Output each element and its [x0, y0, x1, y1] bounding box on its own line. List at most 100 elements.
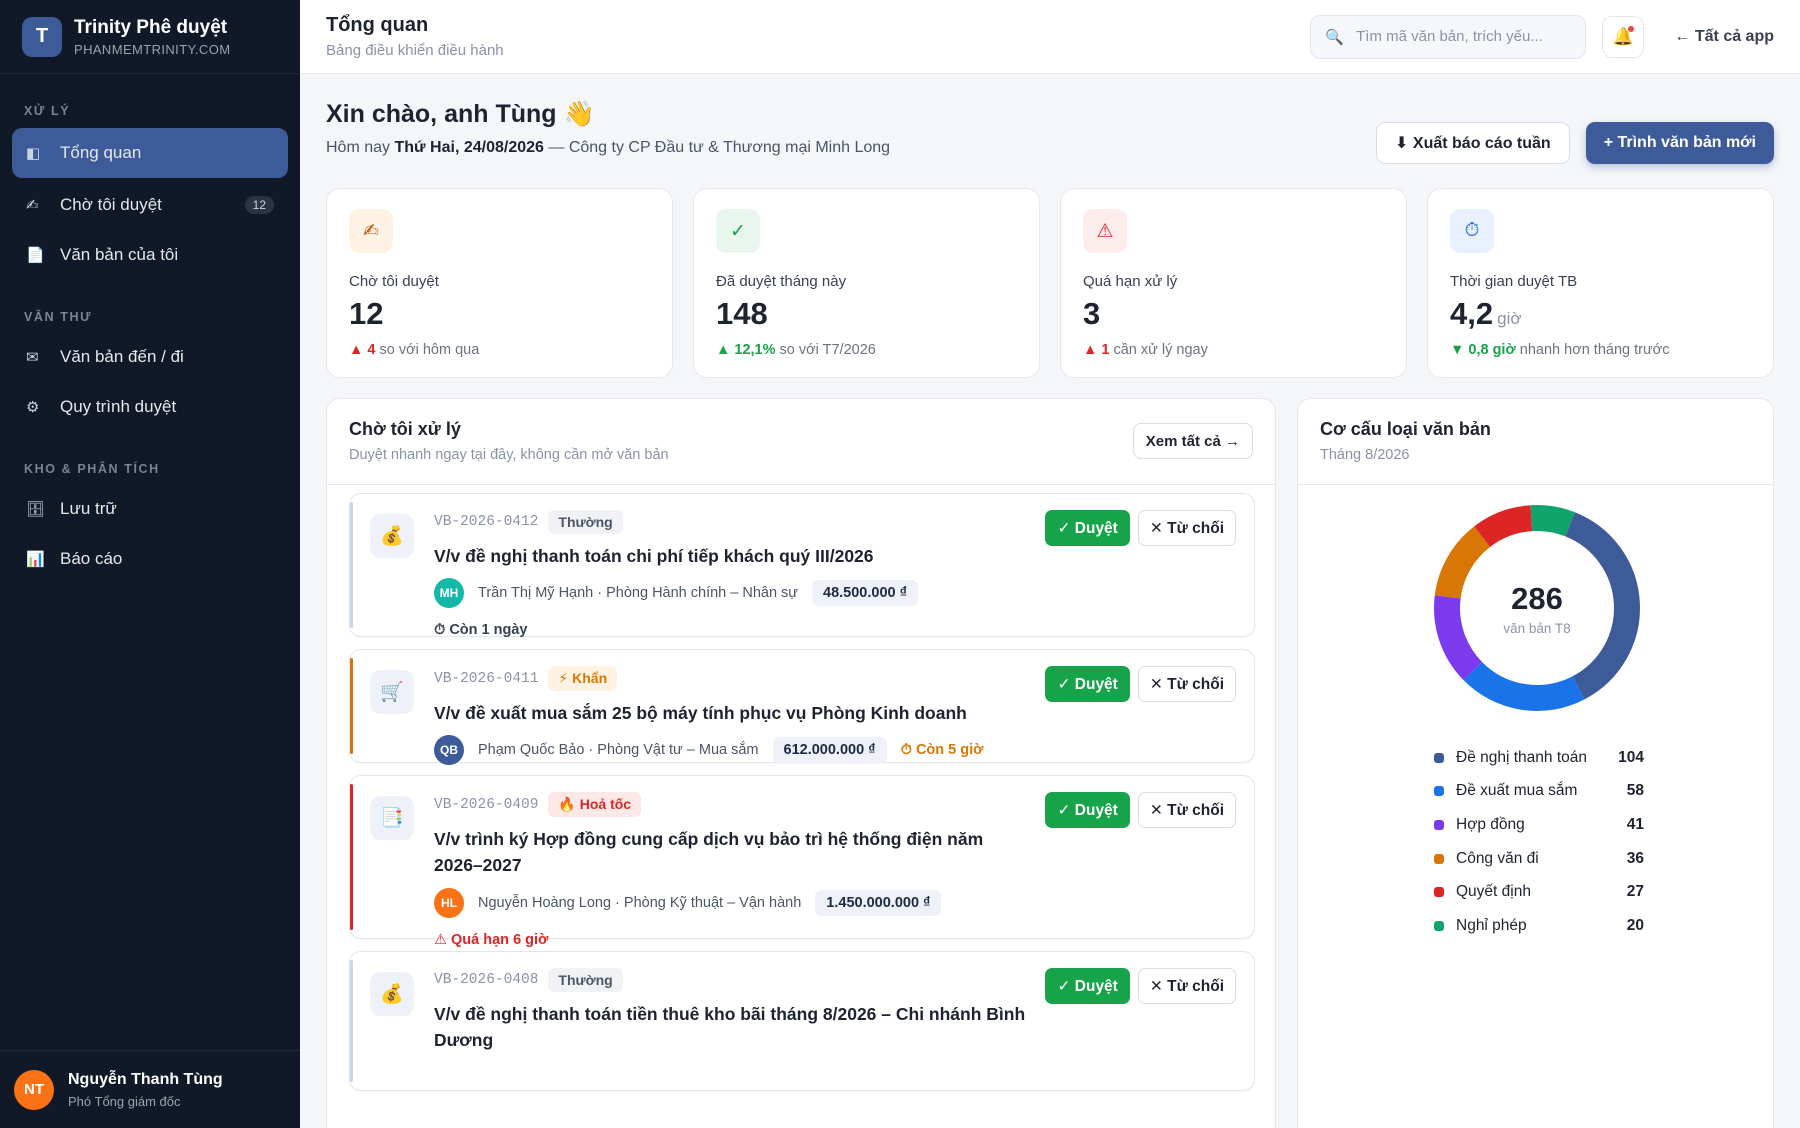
search-icon: 🔍	[1325, 28, 1345, 46]
nav-section-title: VĂN THƯ	[24, 310, 93, 324]
sidebar-item-pen[interactable]: ✍ Chờ tôi duyệt 12	[12, 182, 288, 228]
document-actions: ✓ Duyệt ✕ Từ chối	[1045, 510, 1236, 546]
document-card[interactable]: 💰 VB-2026-0408 Thường V/v đề nghị thanh toá…	[349, 951, 1255, 1091]
new-document-button[interactable]: + Trình văn bản mới	[1585, 122, 1774, 164]
document-title[interactable]: V/v đề nghị thanh toán chi phí tiếp khác…	[434, 543, 1034, 569]
document-icon: 📄	[26, 247, 45, 264]
reject-button[interactable]: ✕ Từ chối	[1137, 968, 1236, 1004]
user-avatar: NT	[14, 1069, 54, 1110]
donut-center: 286 văn bản T8	[1432, 503, 1642, 713]
export-report-button[interactable]: ⬇ Xuất báo cáo tuần	[1376, 122, 1570, 164]
document-code: VB-2026-0411	[434, 670, 539, 687]
deadline-status: ⏱ Còn 1 ngày	[434, 622, 528, 639]
reject-button[interactable]: ✕ Từ chối	[1137, 666, 1236, 702]
all-apps-link[interactable]: ← Tất cả app	[1674, 28, 1774, 46]
kpi-number: 4,2	[1450, 296, 1494, 331]
approve-button[interactable]: ✓ Duyệt	[1045, 968, 1130, 1004]
timer-icon: ⏱	[1450, 209, 1494, 253]
legend-label: Nghỉ phép	[1456, 916, 1527, 934]
trend-indicator: ▲ 12,1%	[716, 342, 776, 358]
document-actions: ✓ Duyệt ✕ Từ chối	[1045, 666, 1236, 702]
submitter-info: Phạm Quốc Bảo · Phòng Vật tư – Mua sắm	[478, 742, 759, 759]
legend-item: Nghỉ phép 20	[1434, 909, 1644, 943]
sidebar-item-label: Lưu trữ	[60, 499, 117, 518]
priority-accent-bar	[350, 658, 353, 754]
priority-accent-bar	[350, 960, 353, 1082]
sidebar-nav: XỬ LÝ ◧ Tổng quan ✍ Chờ tôi duyệt 12 📄 Văn bản …	[0, 104, 300, 582]
trend-text: cần xử lý ngay	[1109, 342, 1208, 358]
kpi-label: Quá hạn xử lý	[1083, 273, 1178, 290]
pen-icon: ✍	[26, 197, 39, 214]
approve-button[interactable]: ✓ Duyệt	[1045, 666, 1130, 702]
document-type-header: Cơ cấu loại văn bản Tháng 8/2026	[1298, 399, 1773, 485]
kpi-value: 3	[1083, 296, 1384, 332]
notification-button[interactable]: 🔔	[1602, 15, 1645, 58]
kpi-trend: ▲ 1 cần xử lý ngay	[1083, 342, 1384, 358]
document-body: VB-2026-0409 🔥 Hoả tốc V/v trình ký Hợp đồ…	[434, 792, 1034, 948]
legend-value: 27	[1626, 883, 1644, 901]
search-box: 🔍	[1310, 14, 1587, 59]
kpi-value: 12	[349, 296, 650, 332]
legend-swatch	[1434, 786, 1444, 797]
archive-icon: 🗄	[26, 501, 46, 518]
greeting-company: — Công ty CP Đầu tư & Thương mại Minh Lo…	[543, 139, 891, 156]
sidebar-item-gear[interactable]: ⚙ Quy trình duyệt	[12, 384, 288, 430]
kpi-unit: giờ	[1497, 309, 1522, 328]
sidebar-item-mail[interactable]: ✉ Văn bản đến / đi	[12, 334, 288, 380]
reject-button[interactable]: ✕ Từ chối	[1137, 510, 1236, 546]
amount-badge: 1.450.000.000 ₫	[815, 889, 942, 916]
user-profile[interactable]: NT Nguyễn Thanh Tùng Phó Tổng giám đốc	[0, 1050, 300, 1128]
see-all-button[interactable]: Xem tất cả →	[1132, 423, 1253, 459]
money-bag-icon: 💰	[370, 514, 414, 558]
trend-indicator: ▲ 1	[1083, 342, 1110, 358]
deadline-status: ⚠ Quá hạn 6 giờ	[434, 931, 549, 948]
brand-subtitle: PHANMEMTRINITY.COM	[74, 41, 231, 57]
chart-legend: Đề nghị thanh toán 104 Đề xuất mua sắm 58 Hợ…	[1434, 741, 1644, 943]
kpi-number: 12	[349, 296, 384, 331]
kpi-card: ✓ Đã duyệt tháng này 148 ▲ 12,1% so với T7/…	[693, 188, 1040, 378]
reject-button[interactable]: ✕ Từ chối	[1137, 792, 1236, 828]
kpi-label: Thời gian duyệt TB	[1450, 273, 1578, 290]
document-body: VB-2026-0412 Thường V/v đề nghị thanh toán…	[434, 510, 1034, 638]
document-card[interactable]: 📑 VB-2026-0409 🔥 Hoả tốc V/v trình ký Hợp đ…	[349, 775, 1255, 948]
topbar: Tổng quan Bảng điều khiển điều hành 🔍 🔔 …	[300, 0, 1800, 74]
money-bag-icon: 💰	[370, 972, 414, 1016]
document-type-panel: Cơ cấu loại văn bản Tháng 8/2026 286 văn…	[1297, 398, 1774, 1128]
pending-count-badge: 12	[244, 196, 274, 214]
document-card[interactable]: 💰 VB-2026-0412 Thường V/v đề nghị thanh toá…	[349, 493, 1255, 638]
sidebar-item-label: Tổng quan	[60, 143, 142, 162]
submitter-avatar: HL	[434, 887, 464, 918]
priority-tag: Thường	[548, 510, 623, 534]
sidebar-item-archive[interactable]: 🗄 Lưu trữ	[12, 486, 288, 532]
sidebar-item-label: Văn bản đến / đi	[60, 347, 184, 366]
pending-queue-title: Chờ tôi xử lý	[349, 419, 461, 439]
document-title[interactable]: V/v đề xuất mua sắm 25 bộ máy tính phục …	[434, 700, 1034, 726]
donut-label: văn bản T8	[1503, 620, 1571, 636]
trend-text: nhanh hơn tháng trước	[1515, 342, 1670, 358]
submitter-avatar: MH	[434, 578, 464, 609]
submitter-info: Trần Thị Mỹ Hạnh · Phòng Hành chính – Nh…	[478, 585, 799, 602]
sidebar-item-document[interactable]: 📄 Văn bản của tôi	[12, 232, 288, 278]
legend-item: Đề xuất mua sắm 58	[1434, 775, 1644, 809]
priority-tag: 🔥 Hoả tốc	[548, 792, 642, 817]
cart-icon: 🛒	[370, 670, 414, 714]
kpi-label: Chờ tôi duyệt	[349, 273, 439, 290]
search-input[interactable]	[1356, 28, 1572, 45]
legend-swatch	[1434, 887, 1444, 898]
document-title[interactable]: V/v đề nghị thanh toán tiền thuê kho bãi…	[434, 1001, 1034, 1054]
deadline-status: ⏱ Còn 5 giờ	[900, 742, 984, 759]
overview-icon: ◧	[26, 145, 41, 162]
document-title[interactable]: V/v trình ký Hợp đồng cung cấp dịch vụ b…	[434, 826, 1034, 879]
user-role: Phó Tổng giám đốc	[68, 1093, 181, 1109]
document-body: VB-2026-0408 Thường V/v đề nghị thanh toán…	[434, 968, 1034, 1054]
kpi-card: ⏱ Thời gian duyệt TB 4,2 giờ ▼ 0,8 giờ nhanh…	[1427, 188, 1774, 378]
sidebar-item-overview[interactable]: ◧ Tổng quan	[12, 128, 288, 178]
document-card[interactable]: 🛒 VB-2026-0411 ⚡ Khẩn V/v đề xuất mua sắm 2…	[349, 649, 1255, 766]
approve-button[interactable]: ✓ Duyệt	[1045, 510, 1130, 546]
user-name: Nguyễn Thanh Tùng	[68, 1070, 223, 1088]
legend-value: 36	[1626, 849, 1644, 867]
priority-accent-bar	[350, 502, 353, 628]
kpi-card: ✍ Chờ tôi duyệt 12 ▲ 4 so với hôm qua	[326, 188, 673, 378]
sidebar-item-chart[interactable]: 📊 Báo cáo	[12, 536, 288, 582]
approve-button[interactable]: ✓ Duyệt	[1045, 792, 1130, 828]
